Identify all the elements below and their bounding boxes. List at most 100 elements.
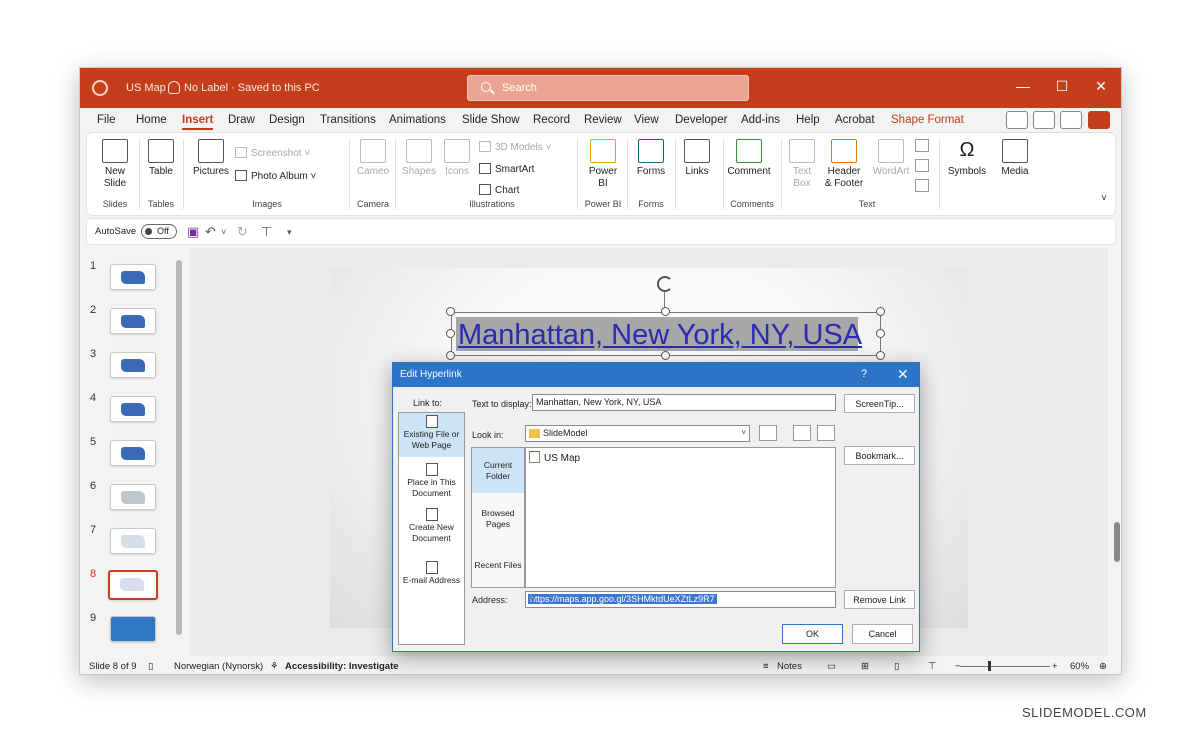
slide-thumbnail-8[interactable] <box>108 570 158 600</box>
comment-button[interactable]: Comment <box>727 139 771 178</box>
zoom-slider[interactable] <box>960 666 1050 667</box>
slide-thumbnail-5[interactable] <box>110 440 156 466</box>
scrollbar-thumb[interactable] <box>1114 522 1120 562</box>
text-box-button[interactable]: Text Box <box>787 139 817 190</box>
save-icon[interactable]: ▣ <box>187 224 199 240</box>
slide-thumbnail-2[interactable] <box>110 308 156 334</box>
tab-animations[interactable]: Animations <box>389 114 446 126</box>
header-footer-button[interactable]: Header & Footer <box>821 139 867 190</box>
slide-scrollbar[interactable] <box>1112 248 1121 656</box>
tab-review[interactable]: Review <box>584 114 622 126</box>
remove-link-button[interactable]: Remove Link <box>844 590 915 609</box>
screentip-button[interactable]: ScreenTip... <box>844 394 915 413</box>
cancel-button[interactable]: Cancel <box>852 624 913 644</box>
rotate-handle-icon[interactable] <box>657 276 673 292</box>
accessibility-icon[interactable]: ⚘ <box>270 661 279 672</box>
3d-models-button[interactable]: 3D Models ˅ <box>479 141 551 153</box>
tab-file[interactable]: File <box>97 114 116 126</box>
object-icon[interactable] <box>915 179 929 192</box>
recent-files-tab[interactable]: Recent Files <box>472 546 524 586</box>
thumbnails-scrollbar[interactable] <box>176 260 182 635</box>
resize-handle[interactable] <box>876 329 885 338</box>
tab-home[interactable]: Home <box>136 114 167 126</box>
resize-handle[interactable] <box>446 329 455 338</box>
link-place-in-this-document[interactable]: Place in This Document <box>399 461 464 501</box>
resize-handle[interactable] <box>661 307 670 316</box>
fit-to-window-icon[interactable]: ⊕ <box>1099 661 1107 672</box>
notes-icon[interactable]: ≡ <box>763 661 769 672</box>
search-box[interactable]: Search <box>467 75 749 101</box>
resize-handle[interactable] <box>446 351 455 360</box>
power-bi-button[interactable]: Power BI <box>583 139 623 190</box>
minimize-button[interactable]: — <box>1008 78 1038 94</box>
media-button[interactable]: Media <box>995 139 1035 178</box>
address-input[interactable]: https://maps.app.goo.gl/3SHMktdUeXZtLz9R… <box>525 591 836 608</box>
notes-button[interactable]: Notes <box>777 661 802 672</box>
link-email-address[interactable]: E-mail Address <box>399 559 464 589</box>
new-slide-button[interactable]: New Slide <box>95 139 135 190</box>
tab-acrobat[interactable]: Acrobat <box>835 114 875 126</box>
tab-help[interactable]: Help <box>796 114 820 126</box>
slide-show-icon[interactable]: ⊤ <box>928 661 936 672</box>
zoom-level[interactable]: 60% <box>1070 661 1089 672</box>
address-dropdown-icon[interactable]: ˅ <box>528 594 832 604</box>
resize-handle[interactable] <box>661 351 670 360</box>
wordart-button[interactable]: WordArt <box>869 139 913 178</box>
links-button[interactable]: Links <box>679 139 715 178</box>
comments-icon[interactable] <box>1060 111 1082 129</box>
selected-text-box[interactable]: Manhattan, New York, NY, USA <box>451 312 881 356</box>
accessibility-status[interactable]: Accessibility: Investigate <box>285 661 399 672</box>
slide-sorter-icon[interactable]: ⊞ <box>861 661 869 672</box>
present-icon[interactable]: ⊤ <box>261 224 272 240</box>
copilot-icon[interactable] <box>1033 111 1055 129</box>
help-button[interactable]: ? <box>861 368 867 380</box>
tab-transitions[interactable]: Transitions <box>320 114 376 126</box>
bookmark-button[interactable]: Bookmark... <box>844 446 915 465</box>
zoom-slider-knob[interactable] <box>988 661 991 671</box>
tab-developer[interactable]: Developer <box>675 114 727 126</box>
smartart-button[interactable]: SmartArt <box>479 163 534 175</box>
link-existing-file-or-web-page[interactable]: Existing File or Web Page <box>399 413 464 457</box>
reading-view-icon[interactable]: ▯ <box>894 661 899 672</box>
symbols-button[interactable]: Ω Symbols <box>945 139 989 178</box>
slide-thumbnail-9[interactable] <box>110 616 156 642</box>
undo-dropdown-icon[interactable]: ˅ <box>221 227 226 237</box>
dialog-close-button[interactable]: ✕ <box>897 366 909 383</box>
pictures-button[interactable]: Pictures <box>191 139 231 178</box>
close-window-button[interactable]: ✕ <box>1086 78 1116 95</box>
forms-button[interactable]: Forms <box>631 139 671 178</box>
up-one-folder-icon[interactable] <box>759 425 777 441</box>
file-item-us-map[interactable]: US Map <box>529 451 580 464</box>
table-button[interactable]: Table <box>143 139 179 178</box>
slide-thumbnail-4[interactable] <box>110 396 156 422</box>
record-icon[interactable] <box>1006 111 1028 129</box>
language[interactable]: Norwegian (Nynorsk) <box>174 661 263 672</box>
look-in-select[interactable]: SlideModel ˅ <box>525 425 750 442</box>
tab-slide-show[interactable]: Slide Show <box>462 114 520 126</box>
browse-file-icon[interactable] <box>817 425 835 441</box>
sensitivity-label-icon[interactable] <box>168 81 180 94</box>
slide-thumbnail-7[interactable] <box>110 528 156 554</box>
maximize-button[interactable]: ☐ <box>1047 78 1077 95</box>
zoom-in-icon[interactable]: + <box>1052 661 1058 672</box>
photo-album-button[interactable]: Photo Album ˅ <box>235 170 316 182</box>
share-icon[interactable] <box>1088 111 1110 129</box>
undo-icon[interactable]: ↶ <box>205 224 216 240</box>
tab-add-ins[interactable]: Add-ins <box>741 114 780 126</box>
resize-handle[interactable] <box>446 307 455 316</box>
date-time-icon[interactable] <box>915 139 929 152</box>
slide-thumbnail-3[interactable] <box>110 352 156 378</box>
hyperlink-text[interactable]: Manhattan, New York, NY, USA <box>458 319 862 352</box>
slide-thumbnail-6[interactable] <box>110 484 156 510</box>
chart-button[interactable]: Chart <box>479 184 519 196</box>
slide-number-icon[interactable] <box>915 159 929 172</box>
icons-button[interactable]: Icons <box>439 139 475 178</box>
browse-web-icon[interactable] <box>793 425 811 441</box>
tab-design[interactable]: Design <box>269 114 305 126</box>
tab-draw[interactable]: Draw <box>228 114 255 126</box>
customize-toolbar-icon[interactable]: ▾ <box>287 227 292 238</box>
screenshot-button[interactable]: Screenshot ˅ <box>235 147 310 159</box>
normal-view-icon[interactable]: ▭ <box>827 661 836 672</box>
spelling-icon[interactable]: ▯ <box>148 661 153 672</box>
link-create-new-document[interactable]: Create New Document <box>399 506 464 546</box>
